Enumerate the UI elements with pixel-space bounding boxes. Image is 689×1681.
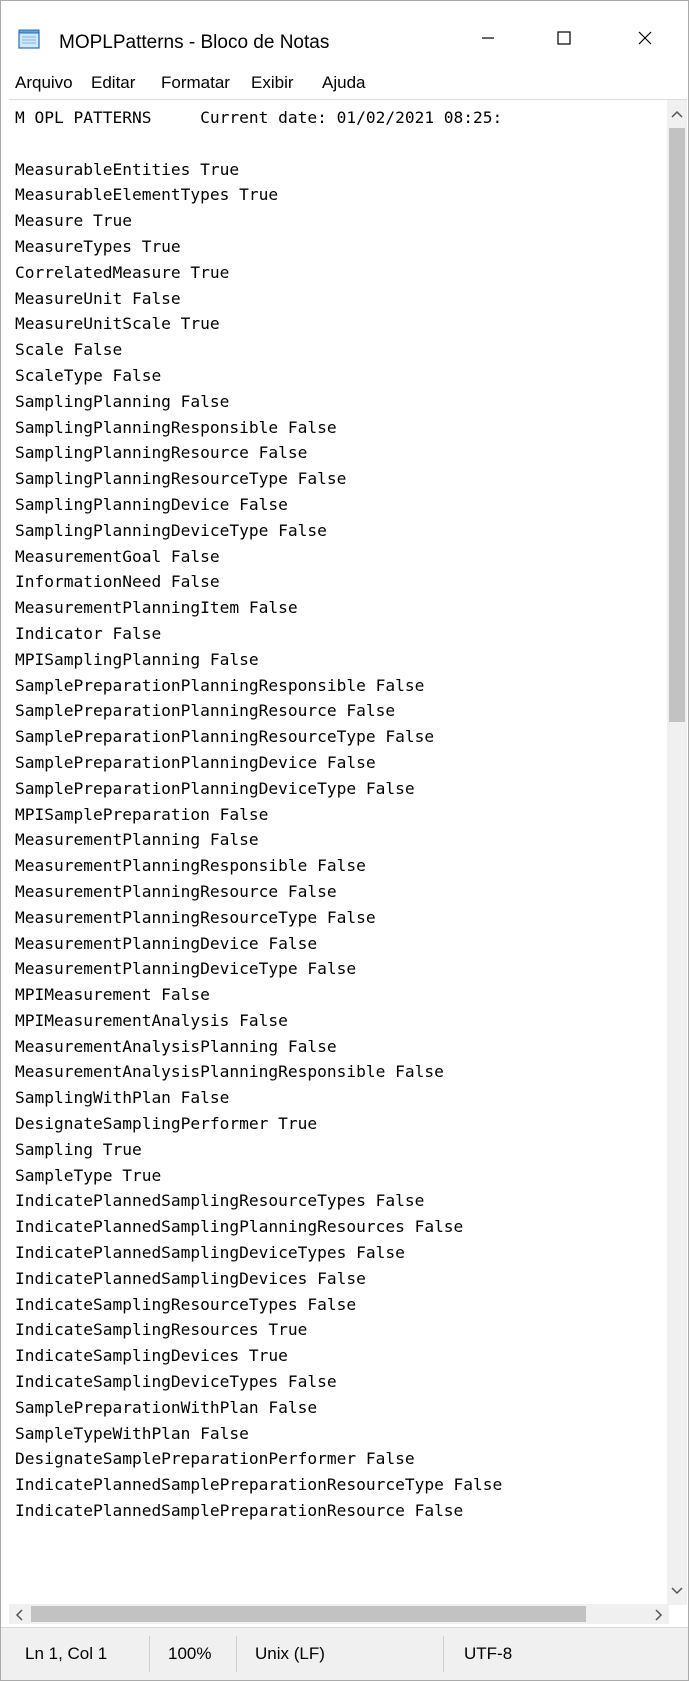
text-line: IndicateSamplingDevices True xyxy=(15,1346,288,1366)
text-line: Indicator False xyxy=(15,623,162,643)
text-line: InformationNeed False xyxy=(15,572,220,592)
text-line: IndicatePlannedSamplePreparationResource… xyxy=(15,1501,464,1521)
text-line: MeasurementPlanningDevice False xyxy=(15,933,318,953)
text-line: SamplingPlanningDeviceType False xyxy=(15,520,327,540)
text-line: MPIMeasurement False xyxy=(15,985,210,1005)
maximize-button[interactable] xyxy=(541,21,587,55)
minimize-icon xyxy=(480,30,496,46)
menu-formatar[interactable]: Formatar xyxy=(161,73,230,93)
text-line: DesignateSamplingPerformer True xyxy=(15,1114,318,1134)
menu-exibir[interactable]: Exibir xyxy=(251,73,294,93)
text-line: MeasurementAnalysisPlanningResponsible F… xyxy=(15,1062,444,1082)
menu-bar: Arquivo Editar Formatar Exibir Ajuda xyxy=(1,65,688,99)
text-line: IndicatePlannedSamplingDeviceTypes False xyxy=(15,1243,405,1263)
text-line: MeasurementPlanningResponsible False xyxy=(15,856,366,876)
window-title: MOPLPatterns - Bloco de Notas xyxy=(59,32,330,53)
text-line: MeasureUnit False xyxy=(15,288,181,308)
document-text[interactable]: M OPL PATTERNS Current date: 01/02/2021 … xyxy=(15,105,625,1615)
chevron-left-icon[interactable] xyxy=(14,1608,24,1626)
status-divider xyxy=(236,1636,237,1672)
text-editor[interactable]: M OPL PATTERNS Current date: 01/02/2021 … xyxy=(9,99,687,1620)
status-divider xyxy=(149,1636,150,1672)
title-bar[interactable]: MOPLPatterns - Bloco de Notas xyxy=(1,1,688,59)
text-line: Scale False xyxy=(15,340,123,360)
text-line: ScaleType False xyxy=(15,365,162,385)
text-line: SamplePreparationPlanningResource False xyxy=(15,701,396,721)
text-line: IndicateSamplingResourceTypes False xyxy=(15,1294,357,1314)
close-button[interactable] xyxy=(622,21,668,55)
text-line: MPIMeasurementAnalysis False xyxy=(15,1010,288,1030)
vertical-scrollbar[interactable] xyxy=(667,100,687,1605)
minimize-button[interactable] xyxy=(465,21,511,55)
text-line: SamplingPlanning False xyxy=(15,391,230,411)
text-line: MeasurementPlanning False xyxy=(15,830,259,850)
text-line: MPISamplingPlanning False xyxy=(15,649,259,669)
text-line: MPISamplePreparation False xyxy=(15,804,269,824)
vertical-scroll-thumb[interactable] xyxy=(669,128,685,722)
menu-arquivo[interactable]: Arquivo xyxy=(15,73,73,93)
menu-editar[interactable]: Editar xyxy=(91,73,135,93)
menu-ajuda[interactable]: Ajuda xyxy=(322,73,365,93)
text-line: MeasureUnitScale True xyxy=(15,314,220,334)
chevron-up-icon[interactable] xyxy=(671,106,683,124)
text-line: SamplingWithPlan False xyxy=(15,1088,230,1108)
text-line: Sampling True xyxy=(15,1139,142,1159)
text-line: MeasurementGoal False xyxy=(15,546,220,566)
text-line: MeasurementPlanningDeviceType False xyxy=(15,959,357,979)
text-line: Measure True xyxy=(15,211,132,231)
text-line: SamplingPlanningDevice False xyxy=(15,494,288,514)
text-line: DesignateSamplePreparationPerformer Fals… xyxy=(15,1449,415,1469)
text-line: IndicatePlannedSamplingDevices False xyxy=(15,1268,366,1288)
maximize-icon xyxy=(556,30,572,46)
chevron-right-icon[interactable] xyxy=(654,1608,664,1626)
status-line-ending: Unix (LF) xyxy=(255,1644,325,1663)
notepad-icon xyxy=(18,29,40,49)
horizontal-scrollbar[interactable] xyxy=(9,1604,669,1624)
text-line: SampleType True xyxy=(15,1165,162,1185)
text-line: M OPL PATTERNS Current date: 01/02/2021 … xyxy=(15,108,503,127)
status-zoom: 100% xyxy=(168,1644,212,1663)
text-line: IndicateSamplingResources True xyxy=(15,1320,308,1340)
text-line: IndicatePlannedSamplingResourceTypes Fal… xyxy=(15,1191,425,1211)
text-line: MeasurableEntities True xyxy=(15,159,240,179)
text-line: MeasurableElementTypes True xyxy=(15,185,279,205)
text-line: IndicatePlannedSamplingPlanningResources… xyxy=(15,1217,464,1237)
status-bar: Ln 1, Col 1 100% Unix (LF) UTF-8 xyxy=(1,1627,688,1680)
text-line: MeasureTypes True xyxy=(15,236,181,256)
notepad-window: MOPLPatterns - Bloco de Notas Arquivo Ed… xyxy=(0,0,689,1681)
text-line xyxy=(15,131,625,157)
status-encoding: UTF-8 xyxy=(464,1644,513,1663)
text-line: MeasurementPlanningResource False xyxy=(15,881,337,901)
text-line: CorrelatedMeasure True xyxy=(15,262,230,282)
text-line: SampleTypeWithPlan False xyxy=(15,1423,249,1443)
text-line: SamplePreparationPlanningDeviceType Fals… xyxy=(15,778,415,798)
text-line: SamplingPlanningResponsible False xyxy=(15,417,337,437)
close-icon xyxy=(637,30,653,46)
text-line: SamplingPlanningResourceType False xyxy=(15,469,347,489)
text-line: IndicateSamplingDeviceTypes False xyxy=(15,1372,337,1392)
text-line: SamplingPlanningResource False xyxy=(15,443,308,463)
text-line: SamplePreparationPlanningDevice False xyxy=(15,752,376,772)
text-line: MeasurementPlanningItem False xyxy=(15,598,298,618)
text-line: MeasurementPlanningResourceType False xyxy=(15,907,376,927)
chevron-down-icon[interactable] xyxy=(671,1583,683,1601)
status-cursor-position: Ln 1, Col 1 xyxy=(25,1644,108,1663)
status-divider xyxy=(443,1636,444,1672)
horizontal-scroll-thumb[interactable] xyxy=(31,1606,586,1622)
text-line: IndicatePlannedSamplePreparationResource… xyxy=(15,1475,503,1495)
text-line: SamplePreparationWithPlan False xyxy=(15,1397,318,1417)
text-line: SamplePreparationPlanningResourceType Fa… xyxy=(15,727,435,747)
text-line: SamplePreparationPlanningResponsible Fal… xyxy=(15,675,425,695)
text-line: MeasurementAnalysisPlanning False xyxy=(15,1036,337,1056)
